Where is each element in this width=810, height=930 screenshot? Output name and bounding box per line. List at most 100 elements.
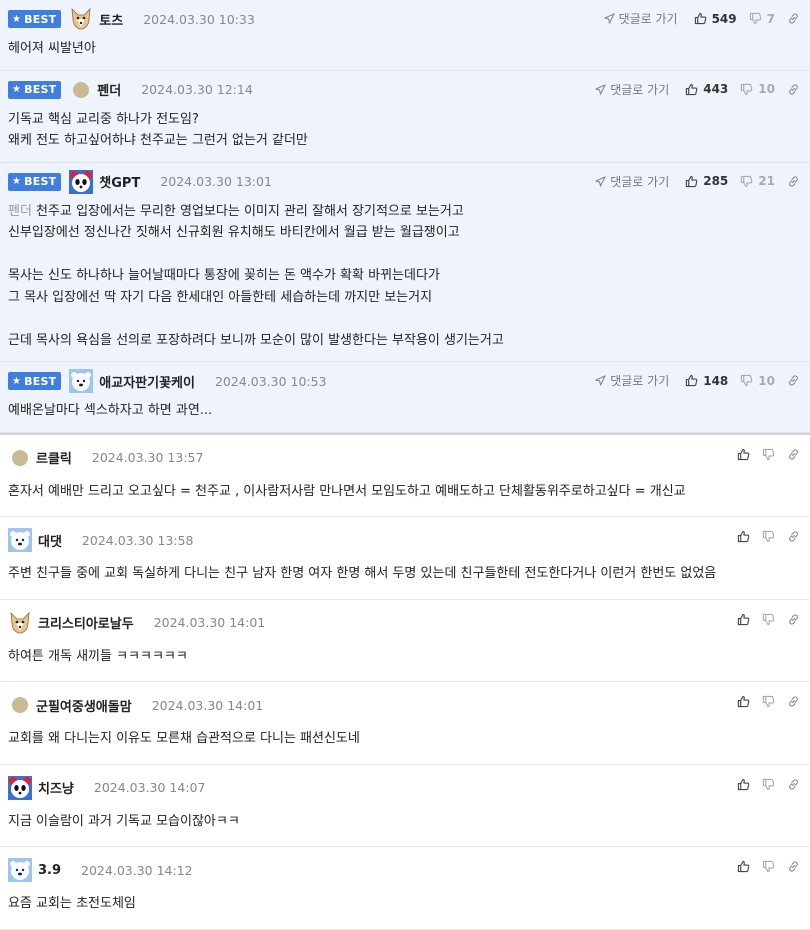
thumbs-down-icon: [762, 695, 775, 708]
go-to-reply-label: 댓글로 가기: [610, 82, 670, 97]
thumbs-down-icon: [762, 448, 775, 460]
nickname[interactable]: 대댓: [38, 531, 62, 550]
thumbs-up-icon: [737, 860, 750, 873]
nickname[interactable]: 3.9: [38, 863, 61, 878]
comment-date: 2024.03.30 14:12: [81, 862, 193, 878]
downvote-button[interactable]: [762, 530, 775, 543]
best-comment: ★ BEST 토츠 2024.03.30 10:33 댓글로 가기 549 7 헤…: [0, 0, 810, 71]
comment-text: 주변 친구들 중에 교회 독실하게 다니는 친구 남자 한명 여자 한명 해서 …: [8, 566, 717, 581]
link-icon[interactable]: [787, 860, 800, 873]
thumbs-up-icon: [737, 778, 750, 790]
comment-list: ★ BEST 토츠 2024.03.30 10:33 댓글로 가기 549 7 헤…: [0, 0, 810, 930]
best-badge-label: BEST: [24, 12, 57, 26]
upvote-button[interactable]: 549: [694, 12, 737, 26]
polarbear-avatar-icon: [8, 528, 32, 552]
go-to-reply-link[interactable]: 댓글로 가기: [595, 173, 669, 190]
comment: 크리스티아로날두 2024.03.30 14:01 하여튼 개독 새끼들 ㅋㅋㅋ…: [0, 599, 810, 682]
thumbs-down-icon: [762, 613, 775, 625]
upvote-button[interactable]: 285: [685, 174, 728, 188]
mention[interactable]: 펜더: [8, 204, 32, 219]
dog-avatar-icon: [10, 611, 30, 633]
link-icon[interactable]: [787, 530, 800, 543]
send-arrow-icon: [595, 375, 606, 386]
go-to-reply-link[interactable]: 댓글로 가기: [595, 372, 669, 389]
panda-avatar-icon[interactable]: [8, 775, 32, 800]
downvote-count: 10: [758, 373, 775, 388]
comment-date: 2024.03.30 13:01: [160, 174, 272, 189]
nickname[interactable]: 군필여중생애돌맘: [36, 696, 132, 715]
downvote-button[interactable]: [762, 448, 775, 461]
downvote-button[interactable]: 10: [740, 82, 775, 96]
go-to-reply-link[interactable]: 댓글로 가기: [603, 10, 678, 27]
nickname[interactable]: 크리스티아로날두: [38, 613, 134, 632]
dog-avatar-icon[interactable]: [8, 611, 32, 635]
thumbs-up-icon: [686, 83, 698, 95]
upvote-count: 549: [711, 11, 737, 26]
downvote-button[interactable]: [762, 613, 775, 626]
dog-avatar-icon: [71, 7, 91, 30]
nickname[interactable]: 펜더: [97, 80, 121, 99]
comment-date: 2024.03.30 10:33: [143, 11, 255, 27]
panda-avatar-icon[interactable]: [69, 169, 94, 194]
downvote-button[interactable]: 21: [740, 174, 775, 188]
upvote-button[interactable]: [737, 778, 750, 791]
default-dot-avatar[interactable]: [12, 449, 28, 466]
comment-header: 3.9 2024.03.30 14:12: [0, 847, 810, 893]
comment-actions: [737, 695, 800, 708]
downvote-button[interactable]: 7: [749, 12, 775, 26]
downvote-button[interactable]: [762, 778, 775, 791]
comment-header: 르클릭 2024.03.30 13:57: [0, 435, 810, 481]
comment-date: 2024.03.30 12:14: [141, 82, 253, 97]
thumbs-up-icon: [686, 374, 698, 387]
link-icon[interactable]: [787, 778, 800, 791]
comment-header: 군필여중생애돌맘 2024.03.30 14:01: [0, 682, 810, 728]
thumbs-down-icon: [741, 374, 753, 387]
comment-date: 2024.03.30 14:01: [151, 697, 264, 713]
upvote-button[interactable]: [737, 530, 750, 543]
upvote-button[interactable]: 148: [685, 374, 728, 388]
nickname[interactable]: 르클릭: [36, 448, 72, 467]
link-icon[interactable]: [787, 448, 800, 461]
comment: 치즈냥 2024.03.30 14:07 지금 이슬람이 과거 기독교 모습이잖…: [0, 764, 810, 847]
comment-actions: [737, 613, 800, 626]
thumbs-up-icon: [694, 12, 706, 25]
star-icon: ★: [12, 176, 22, 187]
link-icon[interactable]: [787, 695, 800, 708]
nickname[interactable]: 챗GPT: [99, 172, 140, 191]
comment-text: 지금 이슬람이 과거 기독교 모습이잖아ㅋㅋ: [8, 813, 240, 829]
downvote-button[interactable]: [762, 860, 775, 873]
polarbear-avatar-icon[interactable]: [69, 369, 94, 393]
link-icon[interactable]: [787, 613, 800, 626]
link-icon[interactable]: [787, 175, 800, 188]
polarbear-avatar-icon: [69, 369, 94, 393]
go-to-reply-label: 댓글로 가기: [610, 374, 670, 388]
polarbear-avatar-icon[interactable]: [8, 858, 32, 882]
upvote-button[interactable]: [737, 448, 750, 461]
comment-text: 혼자서 예배만 드리고 오고싶다 = 천주교 , 이사람저사람 만나면서 모임도…: [8, 483, 686, 499]
default-dot-avatar[interactable]: [12, 697, 28, 713]
link-icon[interactable]: [787, 374, 800, 387]
upvote-button[interactable]: [737, 695, 750, 708]
go-to-reply-link[interactable]: 댓글로 가기: [595, 81, 669, 98]
polarbear-avatar-icon[interactable]: [8, 528, 32, 552]
downvote-button[interactable]: 10: [740, 374, 775, 388]
link-icon[interactable]: [787, 12, 800, 25]
upvote-count: 148: [703, 373, 729, 388]
upvote-button[interactable]: 443: [685, 82, 728, 96]
thumbs-up-icon: [737, 448, 750, 460]
nickname[interactable]: 토츠: [99, 10, 123, 29]
default-dot-avatar[interactable]: [73, 81, 90, 98]
comment-date: 2024.03.30 14:01: [153, 615, 266, 630]
nickname[interactable]: 치즈냥: [38, 778, 74, 797]
link-icon[interactable]: [787, 83, 800, 96]
dog-avatar-icon[interactable]: [69, 7, 93, 31]
best-badge: ★ BEST: [8, 10, 62, 28]
comment-text: 하여튼 개독 새끼들 ㅋㅋㅋㅋㅋㅋ: [8, 648, 188, 664]
nickname[interactable]: 애교자판기꽃케이: [99, 372, 195, 391]
best-badge-label: BEST: [24, 374, 57, 388]
downvote-button[interactable]: [762, 695, 775, 708]
upvote-button[interactable]: [737, 860, 750, 873]
upvote-button[interactable]: [737, 613, 750, 626]
comment-body: 예배온날마다 섹스하자고 하면 과연...: [0, 400, 810, 432]
comment-text: 천주교 입장에서는 무리한 영업보다는 이미지 관리 잘해서 장기적으로 보는거…: [8, 203, 504, 348]
